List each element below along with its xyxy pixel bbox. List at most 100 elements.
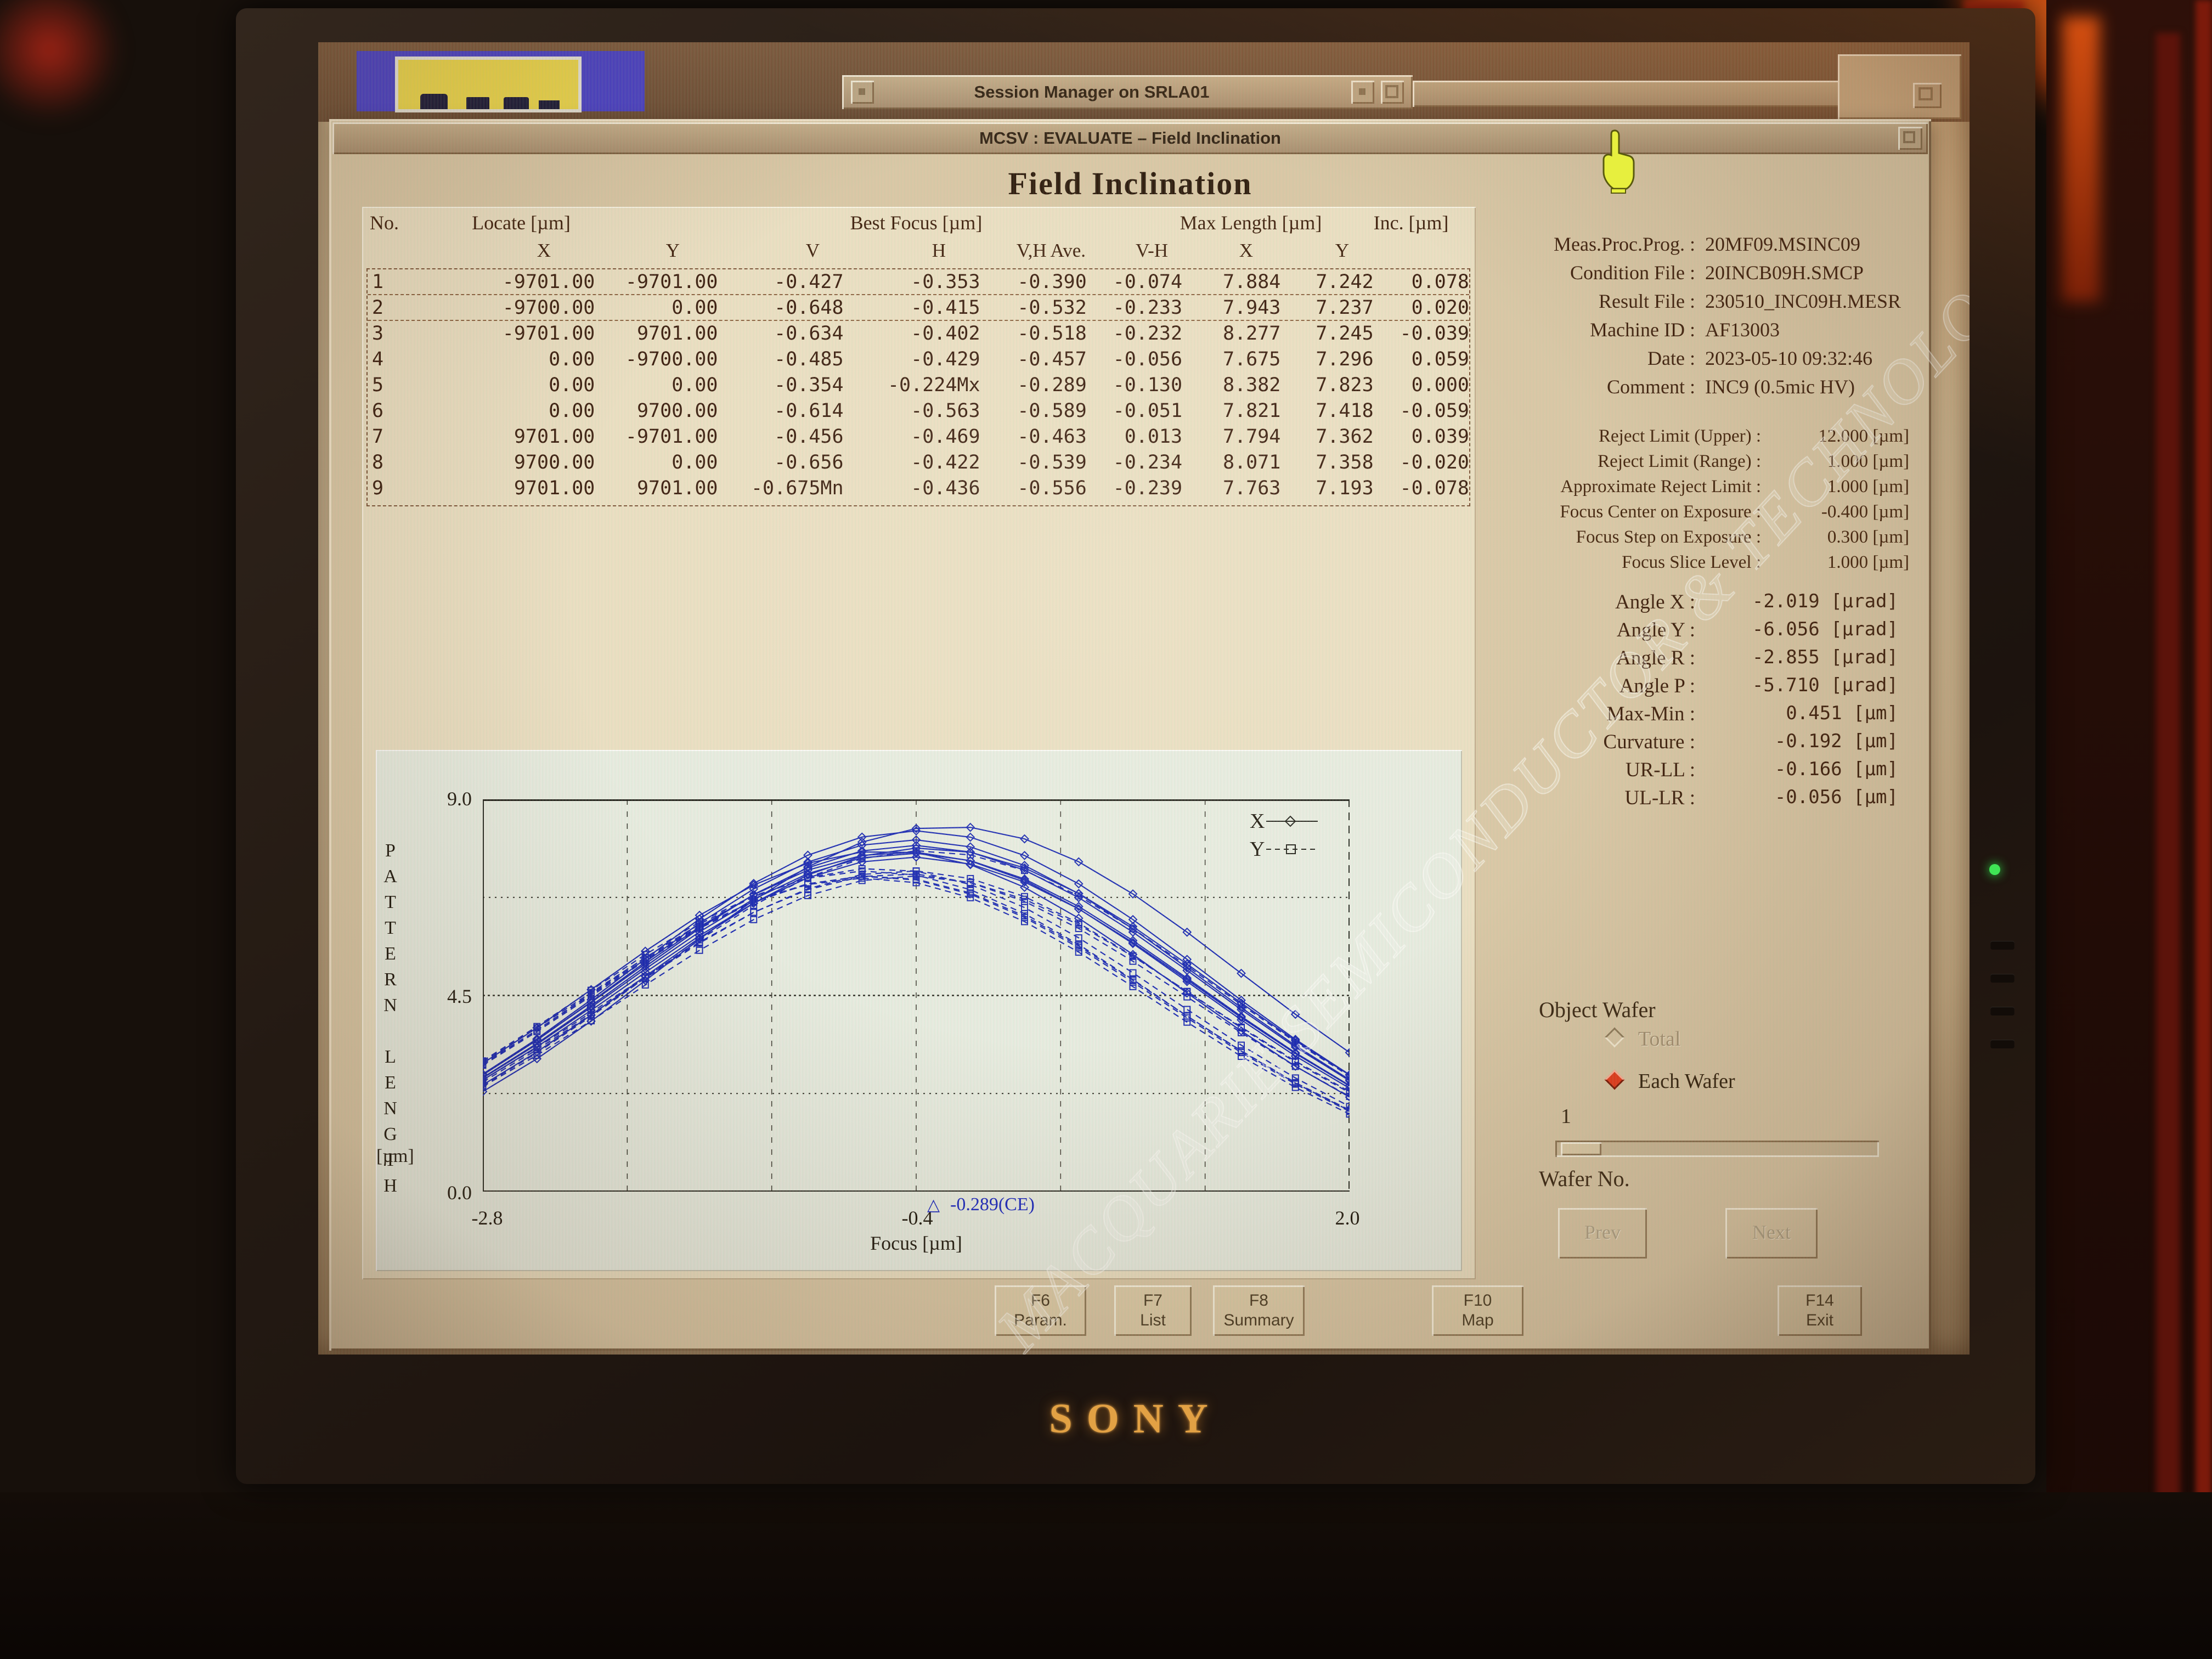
frame-maximize-button[interactable] — [1913, 83, 1942, 108]
table-cell: 9701.00 — [595, 321, 718, 347]
table-cell: -0.485 — [718, 347, 843, 373]
table-cell: -9701.00 — [595, 424, 718, 450]
bezel-button[interactable] — [1990, 1040, 2015, 1048]
info-label: Angle P : — [1448, 676, 1717, 704]
ce-marker-icon: △ — [927, 1195, 940, 1215]
prev-button[interactable]: Prev — [1558, 1208, 1647, 1259]
info-value: 1.000 [µm] — [1761, 453, 1909, 478]
table-cell: 7.245 — [1280, 321, 1373, 347]
table-cell: -0.232 — [1087, 321, 1182, 347]
function-key-f14[interactable]: F14Exit — [1778, 1285, 1862, 1336]
info-value: 20MF09.MSINC09 — [1705, 234, 1860, 263]
info-row: Result File :230510_INC09H.MESR — [1443, 291, 1915, 320]
table-row[interactable]: 50.000.00-0.354-0.224Mx-0.289-0.1308.382… — [368, 373, 1469, 398]
table-group-header: Max Length [µm] — [1180, 211, 1322, 234]
radio-each-wafer-icon — [1605, 1070, 1625, 1090]
table-cell: 7.884 — [1182, 269, 1280, 294]
table-group-header: No. — [370, 211, 399, 234]
table-row[interactable]: 3-9701.009701.00-0.634-0.402-0.518-0.232… — [368, 321, 1469, 347]
info-value: -5.710 [µrad] — [1717, 676, 1898, 704]
function-key-f6[interactable]: F6Param. — [995, 1285, 1086, 1336]
table-cell: -0.390 — [980, 269, 1087, 294]
wafer-no-label: Wafer No. — [1539, 1166, 1630, 1192]
info-value: -0.056 [µm] — [1717, 788, 1898, 816]
table-cell: 9701.00 — [595, 476, 718, 501]
measurement-panel: No.Locate [µm]Best Focus [µm]Max Length … — [362, 207, 1476, 1279]
info-row: UL-LR :-0.056 [µm] — [1448, 788, 1898, 816]
table-cell: -0.427 — [718, 269, 843, 294]
room-red-column-2 — [2196, 0, 2212, 1659]
mcsv-titlebar[interactable]: MCSV : EVALUATE – Field Inclination — [332, 122, 1928, 154]
session-manager-titlebar[interactable]: Session Manager on SRLA01 — [842, 75, 1413, 109]
curve-site-8-y — [483, 871, 1350, 1111]
table-row[interactable]: 1-9701.00-9701.00-0.427-0.353-0.390-0.07… — [368, 269, 1469, 295]
function-key-f10[interactable]: F10Map — [1432, 1285, 1523, 1336]
table-row[interactable]: 79701.00-9701.00-0.456-0.469-0.4630.0137… — [368, 424, 1469, 450]
info-value: 230510_INC09H.MESR — [1705, 291, 1901, 320]
room-bottom-shadow — [0, 1492, 2212, 1659]
table-cell: -0.074 — [1087, 269, 1182, 294]
table-cell: 7 — [368, 424, 403, 450]
info-row: Focus Slice Level :1.000 [µm] — [1459, 554, 1909, 579]
wafer-slider-handle[interactable] — [1561, 1142, 1601, 1155]
room-glow-left — [0, 0, 121, 121]
maximize-icon — [1903, 131, 1915, 143]
mcsv-maximize-button[interactable] — [1898, 127, 1922, 150]
function-key-f7[interactable]: F7List — [1114, 1285, 1192, 1336]
table-row[interactable]: 40.00-9700.00-0.485-0.429-0.457-0.0567.6… — [368, 347, 1469, 373]
table-row[interactable]: 60.009700.00-0.614-0.563-0.589-0.0517.82… — [368, 398, 1469, 424]
fkey-number: F10 — [1432, 1291, 1523, 1311]
table-cell: -9700.00 — [595, 347, 718, 373]
info-value: 20INCB09H.SMCP — [1705, 263, 1864, 291]
info-row: Reject Limit (Upper) :12.000 [µm] — [1459, 427, 1909, 453]
session-window-title: Session Manager on SRLA01 — [842, 75, 1341, 109]
function-key-f8[interactable]: F8Summary — [1213, 1285, 1305, 1336]
curve-site-1-x — [483, 848, 1350, 1085]
table-cell: 7.237 — [1280, 295, 1373, 320]
table-cell: 7.193 — [1280, 476, 1373, 501]
info-value: 2023-05-10 09:32:46 — [1705, 348, 1872, 377]
bezel-button[interactable] — [1990, 974, 2015, 983]
session-minimize-button[interactable] — [1351, 81, 1374, 104]
table-row[interactable]: 2-9700.000.00-0.648-0.415-0.532-0.2337.9… — [368, 295, 1469, 321]
y-tick-mid: 4.5 — [411, 985, 472, 1008]
table-sub-header: V,H Ave. — [981, 240, 1088, 262]
table-row[interactable]: 89700.000.00-0.656-0.422-0.539-0.2348.07… — [368, 450, 1469, 476]
monitor-bezel: Session Manager on SRLA01 MCSV : EVALUAT… — [236, 8, 2035, 1484]
mouse-cursor-hand-icon — [1599, 129, 1635, 196]
bezel-button[interactable] — [1990, 941, 2015, 950]
fkey-label: Exit — [1778, 1311, 1862, 1330]
file-info-list: Meas.Proc.Prog. : 20MF09.MSINC09 Condition… — [1443, 234, 1915, 405]
table-cell: -0.436 — [844, 476, 980, 501]
info-label: Comment : — [1443, 377, 1695, 405]
wafer-slider[interactable] — [1555, 1141, 1879, 1157]
table-cell: 7.763 — [1182, 476, 1280, 501]
info-value: INC9 (0.5mic HV) — [1705, 377, 1855, 405]
table-cell: 7.943 — [1182, 295, 1280, 320]
table-cell: 7.821 — [1182, 398, 1280, 424]
fkey-number: F14 — [1778, 1291, 1862, 1311]
background-window-titlebar[interactable] — [357, 51, 645, 111]
info-label: Condition File : — [1443, 263, 1695, 291]
bezel-button[interactable] — [1990, 1007, 2015, 1015]
info-label: Angle R : — [1448, 648, 1717, 676]
table-cell: -0.675Mn — [718, 476, 843, 501]
fkey-label: Map — [1432, 1311, 1523, 1330]
info-label: Max-Min : — [1448, 704, 1717, 732]
next-button[interactable]: Next — [1725, 1208, 1818, 1259]
info-label: Meas.Proc.Prog. : — [1443, 234, 1695, 263]
session-maximize-button[interactable] — [1381, 81, 1404, 104]
table-cell: -0.429 — [844, 347, 980, 373]
table-cell: -0.224Mx — [844, 373, 980, 398]
table-cell: -0.648 — [718, 295, 843, 320]
table-row[interactable]: 99701.009701.00-0.675Mn-0.436-0.556-0.23… — [368, 476, 1469, 501]
info-row: Max-Min :0.451 [µm] — [1448, 704, 1898, 732]
table-cell: 5 — [368, 373, 403, 398]
info-row: Reject Limit (Range) :1.000 [µm] — [1459, 453, 1909, 478]
table-cell: -0.463 — [980, 424, 1087, 450]
table-cell: -0.239 — [1087, 476, 1182, 501]
table-cell: 0.039 — [1374, 424, 1469, 450]
background-window-logo-glyphs — [420, 94, 448, 112]
fkey-number: F7 — [1114, 1291, 1192, 1311]
info-label: Curvature : — [1448, 732, 1717, 760]
